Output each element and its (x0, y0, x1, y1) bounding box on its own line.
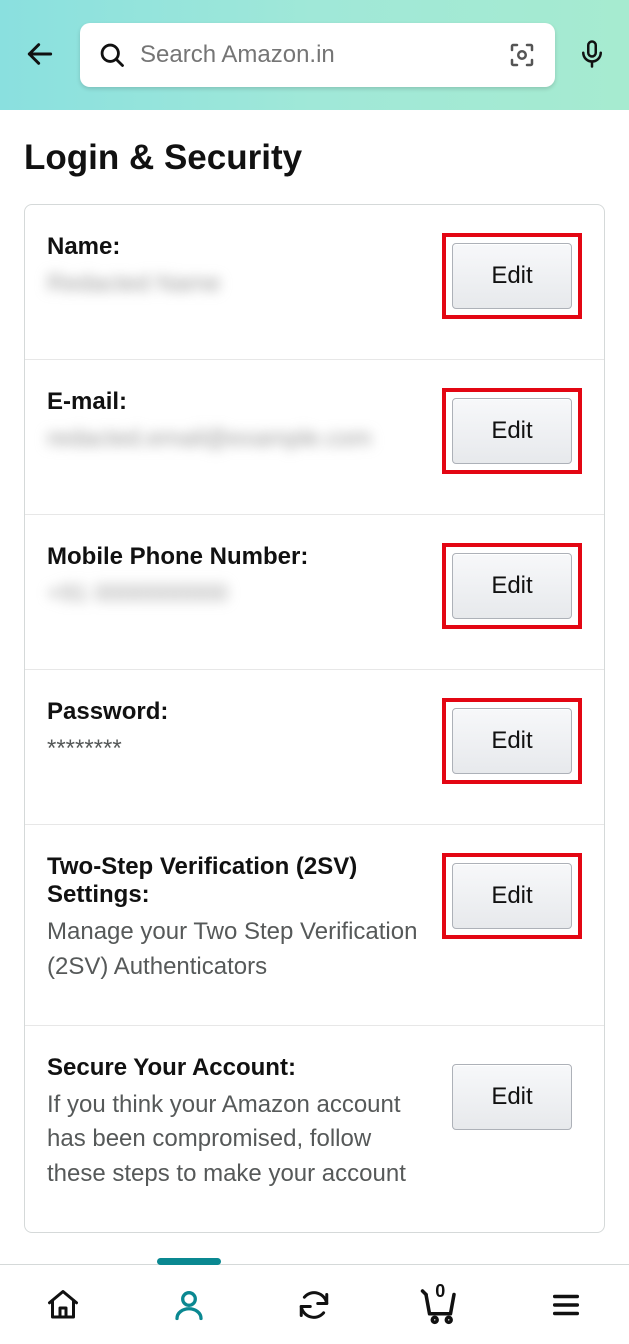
hamburger-icon (549, 1288, 583, 1322)
nav-account-button[interactable] (157, 1273, 221, 1337)
mobile-value: +91 0000000000 (47, 577, 426, 612)
nav-home-button[interactable] (31, 1273, 95, 1337)
search-icon (98, 41, 126, 69)
mobile-edit-highlight: Edit (442, 543, 582, 629)
bottom-nav: 0 (0, 1264, 629, 1344)
search-input[interactable] (140, 41, 493, 69)
account-icon (171, 1287, 207, 1323)
row-secure-account: Secure Your Account: If you think your A… (25, 1026, 604, 1232)
password-edit-highlight: Edit (442, 698, 582, 784)
name-edit-button[interactable]: Edit (452, 243, 572, 309)
cart-count: 0 (435, 1281, 445, 1302)
microphone-button[interactable] (573, 35, 611, 76)
settings-card: Name: Redacted Name Edit E-mail: redacte… (24, 204, 605, 1233)
back-arrow-icon (24, 38, 56, 70)
home-icon (45, 1287, 81, 1323)
row-email: E-mail: redacted.email@example.com Edit (25, 360, 604, 515)
back-button[interactable] (18, 32, 62, 79)
name-label: Name: (47, 233, 426, 261)
password-edit-button[interactable]: Edit (452, 708, 572, 774)
secure-label: Secure Your Account: (47, 1054, 426, 1082)
password-label: Password: (47, 698, 426, 726)
secure-value: If you think your Amazon account has bee… (47, 1088, 426, 1192)
nav-refresh-button[interactable] (282, 1273, 346, 1337)
search-bar[interactable] (80, 23, 555, 87)
mobile-label: Mobile Phone Number: (47, 543, 426, 571)
twosv-value: Manage your Two Step Verification (2SV) … (47, 915, 426, 985)
twosv-edit-highlight: Edit (442, 853, 582, 939)
password-value: ******** (47, 732, 426, 767)
twosv-label: Two-Step Verification (2SV) Settings: (47, 853, 426, 909)
name-value: Redacted Name (47, 267, 426, 302)
row-name: Name: Redacted Name Edit (25, 205, 604, 360)
microphone-icon (577, 39, 607, 69)
secure-edit-wrap: Edit (442, 1054, 582, 1140)
refresh-icon (296, 1287, 332, 1323)
nav-cart-button[interactable]: 0 (408, 1273, 472, 1337)
secure-edit-button[interactable]: Edit (452, 1064, 572, 1130)
top-bar (0, 0, 629, 110)
content-area: Login & Security Name: Redacted Name Edi… (0, 110, 629, 1264)
row-twosv: Two-Step Verification (2SV) Settings: Ma… (25, 825, 604, 1026)
page-title: Login & Security (24, 138, 605, 178)
email-label: E-mail: (47, 388, 426, 416)
email-value: redacted.email@example.com (47, 422, 426, 457)
mobile-edit-button[interactable]: Edit (452, 553, 572, 619)
twosv-edit-button[interactable]: Edit (452, 863, 572, 929)
camera-lens-icon[interactable] (507, 40, 537, 70)
row-password: Password: ******** Edit (25, 670, 604, 825)
nav-menu-button[interactable] (534, 1273, 598, 1337)
email-edit-button[interactable]: Edit (452, 398, 572, 464)
email-edit-highlight: Edit (442, 388, 582, 474)
row-mobile: Mobile Phone Number: +91 0000000000 Edit (25, 515, 604, 670)
name-edit-highlight: Edit (442, 233, 582, 319)
